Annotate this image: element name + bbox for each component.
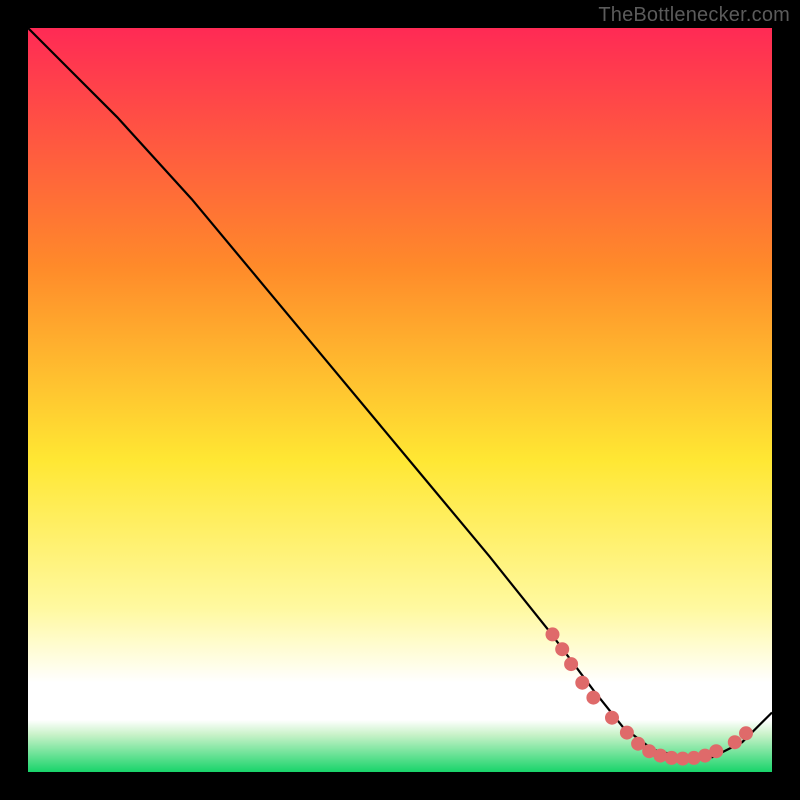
data-marker <box>632 737 645 750</box>
data-marker <box>620 726 633 739</box>
data-marker <box>606 711 619 724</box>
data-marker <box>587 691 600 704</box>
data-marker <box>740 727 753 740</box>
data-marker <box>546 628 559 641</box>
chart-stage: TheBottlenecker.com <box>0 0 800 800</box>
plot-area <box>28 28 772 772</box>
data-marker <box>565 658 578 671</box>
data-marker <box>654 749 667 762</box>
data-marker <box>576 676 589 689</box>
gradient-background <box>28 28 772 772</box>
data-marker <box>710 745 723 758</box>
chart-svg <box>28 28 772 772</box>
watermark-text: TheBottlenecker.com <box>598 4 790 27</box>
data-marker <box>728 736 741 749</box>
data-marker <box>556 643 569 656</box>
